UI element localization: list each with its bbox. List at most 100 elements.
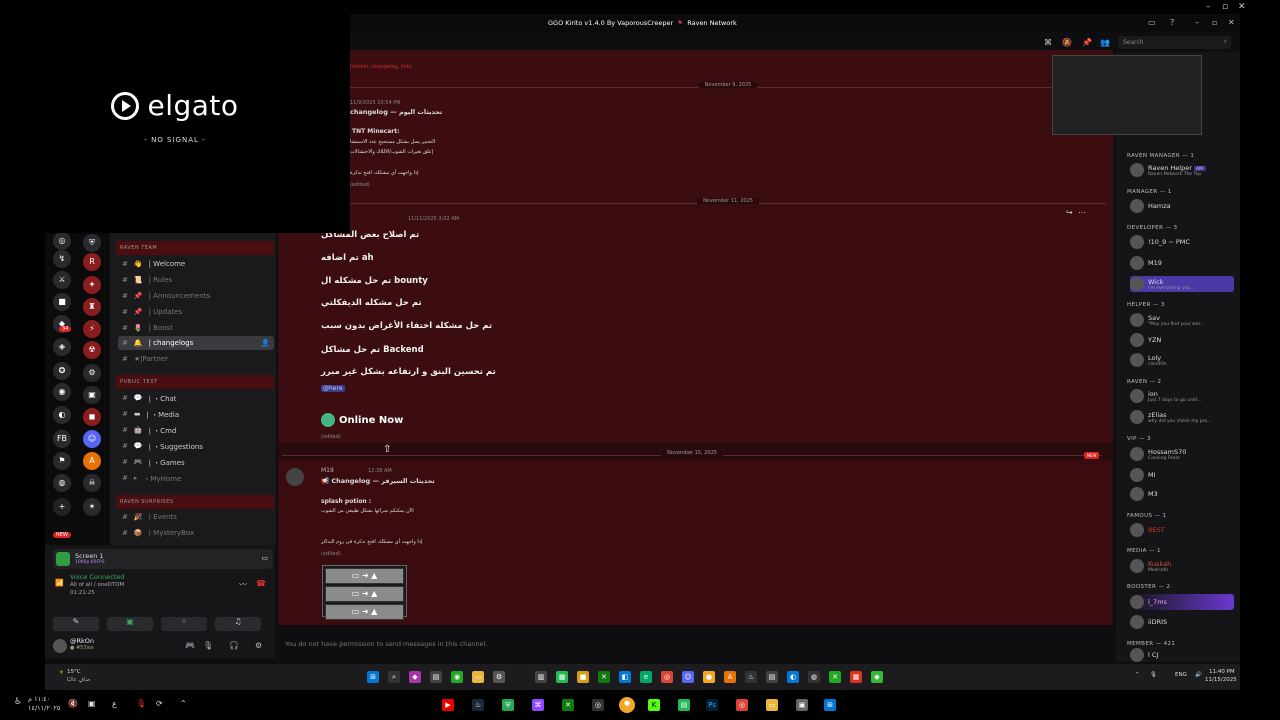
- top-link[interactable]: (sticker, changelog, link): [350, 64, 412, 70]
- server-icon[interactable]: ✦: [83, 276, 101, 294]
- volume-icon[interactable]: 🔊: [1195, 672, 1202, 678]
- member-item[interactable]: Hamza: [1130, 198, 1234, 214]
- outer-maximize-button[interactable]: ▫: [1222, 2, 1228, 12]
- server-icon[interactable]: ⚙: [83, 364, 101, 382]
- invite-icon[interactable]: 👤: [261, 339, 270, 347]
- member-item[interactable]: !10_9 ~ PMC: [1130, 234, 1234, 250]
- members-icon[interactable]: 👥: [1100, 38, 1110, 47]
- voice-channel-name[interactable]: All of all / oneDTOM: [70, 581, 124, 589]
- edge-icon[interactable]: e: [640, 671, 652, 683]
- server-icon[interactable]: ⚑: [53, 452, 71, 470]
- channel-announcements[interactable]: # 📌 | Announcements: [118, 289, 274, 303]
- member-item[interactable]: Wick I'm everything you...: [1130, 276, 1234, 292]
- accessibility-icon[interactable]: ♿: [14, 697, 22, 707]
- channel-rules[interactable]: # 📜 | Rules: [118, 273, 274, 287]
- file-explorer-icon[interactable]: ▭: [766, 699, 778, 711]
- weather-temp[interactable]: 15°C: [67, 669, 81, 675]
- pin-icon[interactable]: 📌: [1082, 38, 1092, 47]
- sync-icon[interactable]: ⟳: [156, 699, 163, 708]
- language-indicator[interactable]: ENG: [1175, 672, 1187, 678]
- steam-icon[interactable]: ♨: [745, 671, 757, 683]
- shield-icon[interactable]: ⛨: [502, 699, 514, 711]
- stream-preview-thumbnail[interactable]: [1052, 55, 1202, 135]
- stop-stream-icon[interactable]: ▭: [261, 554, 268, 562]
- mic-icon[interactable]: 🎙: [136, 699, 146, 708]
- channel-myhome[interactable]: # ▸ ・MyHome: [118, 471, 274, 485]
- server-icon[interactable]: ▣: [83, 386, 101, 404]
- app-icon[interactable]: ▤: [678, 699, 690, 711]
- server-icon[interactable]: ☢: [83, 341, 101, 359]
- forward-icon[interactable]: ↪: [1066, 208, 1073, 217]
- app-icon[interactable]: ▦: [556, 671, 568, 683]
- active-app-icon[interactable]: ●: [619, 697, 635, 713]
- server-icon[interactable]: ◍: [53, 474, 71, 492]
- mic-tray-icon[interactable]: 🎙: [1150, 672, 1157, 678]
- channel-events[interactable]: # 🎉 | Events: [118, 510, 274, 524]
- xbox-icon[interactable]: ✕: [562, 699, 574, 711]
- host-clock-time[interactable]: ١١:٤٠ م: [28, 695, 50, 703]
- category-public-text[interactable]: PUBLIC TEXT: [116, 375, 274, 389]
- member-item[interactable]: MI: [1130, 467, 1234, 483]
- channel-mysterybox[interactable]: # 📦 | MysteryBox: [118, 526, 274, 540]
- server-icon[interactable]: ◉: [53, 383, 71, 401]
- outer-minimize-button[interactable]: –: [1206, 2, 1211, 12]
- channel-suggestions[interactable]: # 💬 | ・Suggestions: [118, 439, 274, 453]
- member-item[interactable]: HossamS70 Cooking Fever: [1130, 446, 1234, 462]
- host-clock-date[interactable]: ١٤/١١/٢٠٢٥: [28, 704, 60, 712]
- headphones-icon[interactable]: 🎧: [229, 641, 239, 650]
- attachment-image[interactable]: ▭ ➜ ▲ ▭ ➜ ▲ ▭ ➜ ▲: [322, 565, 407, 620]
- help-icon[interactable]: ?: [1170, 18, 1174, 27]
- app-icon[interactable]: ◐: [787, 671, 799, 683]
- start-icon[interactable]: ⊞: [367, 671, 379, 683]
- share-screen-button[interactable]: ▣: [107, 617, 153, 631]
- soundboard-button[interactable]: ♫: [215, 617, 261, 631]
- host-language[interactable]: ع: [112, 699, 117, 708]
- server-icon[interactable]: ⚔: [53, 271, 71, 289]
- app-icon[interactable]: ▥: [535, 671, 547, 683]
- search-input[interactable]: Search ⌕: [1118, 36, 1231, 49]
- twitch-icon[interactable]: ⌘: [532, 699, 544, 711]
- outer-close-button[interactable]: ✕: [1238, 2, 1246, 12]
- file-explorer-icon[interactable]: ▭: [472, 671, 484, 683]
- channel-media[interactable]: # ▬ | ・Media: [118, 407, 274, 421]
- more-options-icon[interactable]: ⋯: [1078, 208, 1086, 217]
- channel-chat[interactable]: # 💬 | ・Chat: [118, 391, 274, 405]
- disconnect-icon[interactable]: ☎: [256, 579, 266, 588]
- microphone-icon[interactable]: 🎙: [203, 641, 213, 650]
- discord-server-icon[interactable]: ☺: [83, 430, 101, 448]
- activities-button[interactable]: ⁘: [161, 617, 207, 631]
- channel-boost[interactable]: # 🌷 | Boost: [118, 321, 274, 335]
- member-item[interactable]: l CJ: [1130, 648, 1234, 662]
- member-item[interactable]: M3: [1130, 486, 1234, 502]
- channel-partner[interactable]: # ★|Partner: [118, 352, 274, 366]
- app-icon[interactable]: ⚙: [493, 671, 505, 683]
- youtube-icon[interactable]: ▶: [442, 699, 454, 711]
- server-icon[interactable]: ■: [53, 293, 71, 311]
- app-icon[interactable]: ●: [703, 671, 715, 683]
- app-icon[interactable]: ▦: [850, 671, 862, 683]
- photoshop-icon[interactable]: Ps: [706, 699, 718, 711]
- channel-welcome[interactable]: # 👋 | Welcome: [118, 257, 274, 271]
- user-avatar[interactable]: [53, 639, 67, 653]
- category-raven-team[interactable]: RAVEN TEAM: [116, 241, 274, 255]
- member-item[interactable]: YZN: [1130, 332, 1234, 348]
- game-icon[interactable]: 🎮: [185, 641, 195, 650]
- channel-games[interactable]: # 🎮 | ・Games: [118, 455, 274, 469]
- here-mention[interactable]: @here: [321, 385, 345, 392]
- mute-bell-icon[interactable]: 🔕: [1062, 38, 1072, 47]
- close-button[interactable]: ✕: [1228, 18, 1235, 27]
- steam-icon[interactable]: ♨: [472, 699, 484, 711]
- member-item[interactable]: Raven Helper APP Raven Network The Top: [1130, 162, 1234, 178]
- app-icon[interactable]: ◆: [409, 671, 421, 683]
- server-icon[interactable]: ✶: [83, 498, 101, 516]
- server-icon[interactable]: ✪: [53, 362, 71, 380]
- chrome-icon[interactable]: ◎: [661, 671, 673, 683]
- minimize-button[interactable]: –: [1195, 18, 1199, 27]
- maximize-button[interactable]: ▫: [1212, 18, 1217, 27]
- screen-share-card[interactable]: Screen 1 1080p 60FPS ▭: [53, 549, 273, 569]
- author-name[interactable]: M19: [321, 467, 334, 474]
- tray-chevron-icon[interactable]: ⌃: [180, 699, 187, 708]
- member-item[interactable]: M19: [1130, 255, 1234, 271]
- member-item[interactable]: Kuskah Medrinth: [1130, 558, 1234, 574]
- clock-date[interactable]: 11/15/2025: [1205, 677, 1237, 683]
